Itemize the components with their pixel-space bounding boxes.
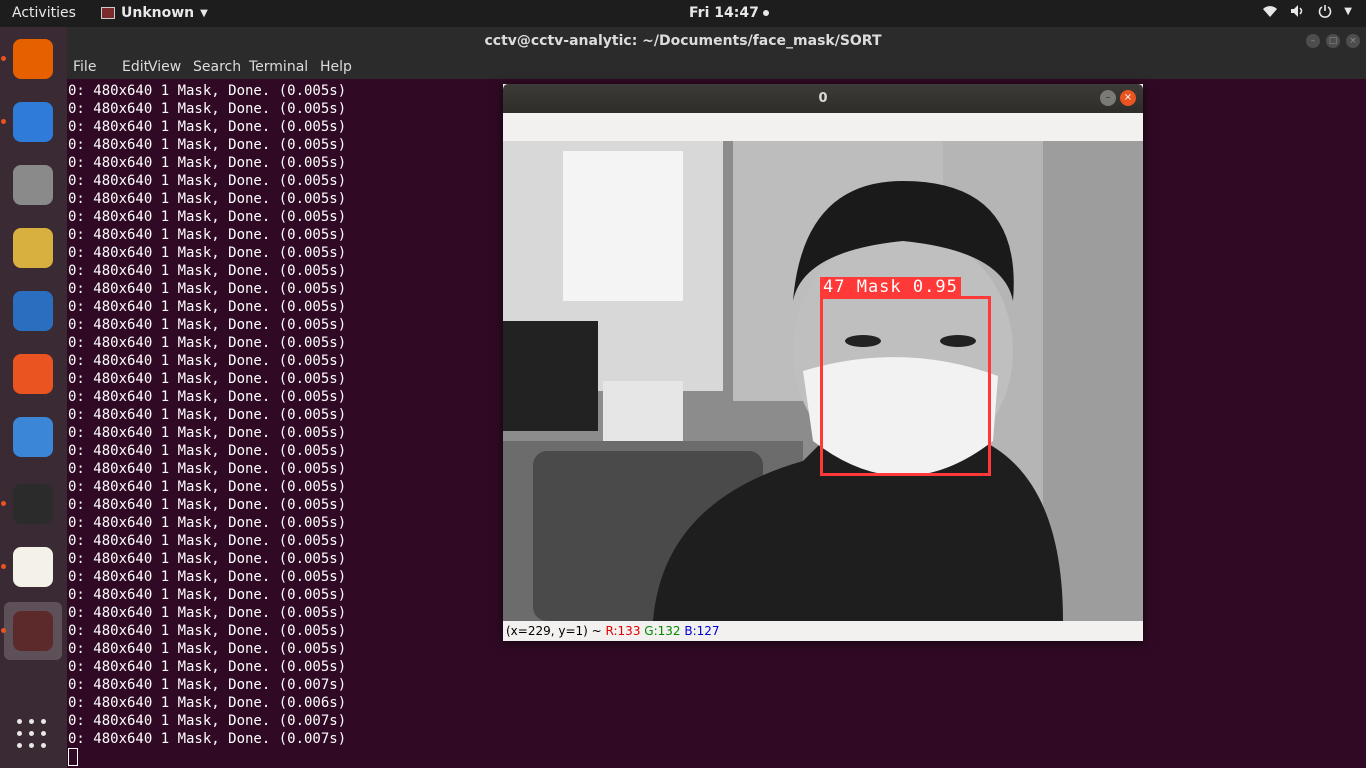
- camera-frame[interactable]: 47 Mask 0.95: [503, 141, 1143, 621]
- app-grid-dot: [17, 731, 22, 736]
- text-editor-icon: [13, 547, 53, 587]
- network-icon: [1263, 6, 1278, 17]
- clock-label: Fri 14:47: [689, 5, 759, 21]
- menu-help[interactable]: Help: [320, 59, 352, 75]
- viewer-titlebar[interactable]: 0 – ×: [503, 84, 1143, 113]
- app-grid-dot: [17, 743, 22, 748]
- dock-item-libreoffice-writer[interactable]: [4, 282, 62, 340]
- viewer-toolbar: [503, 113, 1143, 141]
- terminal-title: cctv@cctv-analytic: ~/Documents/face_mas…: [484, 33, 882, 49]
- dock-item-software[interactable]: [4, 345, 62, 403]
- terminal-line: 0: 480x640 1 Mask, Done. (0.007s): [68, 713, 347, 729]
- terminal-line: 0: 480x640 1 Mask, Done. (0.006s): [68, 695, 347, 711]
- pixel-red-value: R:133: [605, 624, 641, 638]
- top-bar: Activities Unknown ▼ Fri 14:47 ▼: [0, 0, 1366, 27]
- menu-file[interactable]: File: [73, 59, 96, 75]
- detection-label: 47 Mask 0.95: [820, 277, 961, 298]
- dock-item-firefox[interactable]: [1, 30, 62, 88]
- firefox-icon: [13, 39, 53, 79]
- app-menu-label: Unknown: [121, 5, 195, 21]
- dock-item-files[interactable]: [4, 156, 62, 214]
- menu-view[interactable]: View: [148, 59, 181, 75]
- unknown-app-icon: [13, 611, 53, 651]
- chevron-down-icon: ▼: [1344, 5, 1352, 17]
- dock: [0, 27, 67, 768]
- terminal-line: 0: 480x640 1 Mask, Done. (0.007s): [68, 677, 347, 693]
- minimize-button[interactable]: –: [1306, 34, 1320, 48]
- app-grid-icon[interactable]: [17, 719, 49, 751]
- app-grid-dot: [41, 743, 46, 748]
- terminal-line: 0: 480x640 1 Mask, Done. (0.005s): [68, 659, 347, 675]
- pixel-coords: (x=229, y=1) ~: [506, 624, 606, 638]
- pixel-green-value: G:132: [644, 624, 681, 638]
- running-indicator: [1, 564, 6, 569]
- dock-item-terminal[interactable]: [1, 475, 62, 533]
- maximize-button[interactable]: □: [1326, 34, 1340, 48]
- writer-icon: [13, 291, 53, 331]
- viewer-close-button[interactable]: ×: [1120, 90, 1136, 106]
- chevron-down-icon: ▼: [200, 7, 208, 19]
- running-indicator: [1, 628, 6, 633]
- app-grid-dot: [41, 719, 46, 724]
- clock[interactable]: Fri 14:47: [689, 5, 769, 21]
- dock-item-thunderbird[interactable]: [1, 93, 62, 151]
- volume-icon: [1291, 5, 1303, 17]
- dock-item-unknown-app[interactable]: [1, 602, 62, 660]
- menu-terminal[interactable]: Terminal: [249, 59, 308, 75]
- close-button[interactable]: ×: [1346, 34, 1360, 48]
- detection-bounding-box: [820, 296, 991, 476]
- terminal-menubar: File Edit View Search Terminal Help: [67, 55, 1366, 79]
- terminal-line: 0: 480x640 1 Mask, Done. (0.005s): [68, 641, 347, 657]
- speaker-icon: [13, 228, 53, 268]
- software-store-icon: [13, 354, 53, 394]
- viewer-status-bar: (x=229, y=1) ~ R:133 G:132 B:127: [503, 621, 1143, 641]
- dock-item-help[interactable]: [4, 408, 62, 466]
- viewer-minimize-button[interactable]: –: [1100, 90, 1116, 106]
- menu-search[interactable]: Search: [193, 59, 241, 75]
- terminal-cursor: [68, 748, 78, 766]
- power-icon: [1319, 5, 1332, 18]
- dock-item-rhythmbox[interactable]: [4, 219, 62, 277]
- thunderbird-icon: [13, 102, 53, 142]
- help-icon: [13, 417, 53, 457]
- running-indicator: [1, 119, 6, 124]
- running-indicator: [1, 56, 6, 61]
- menu-edit[interactable]: Edit: [122, 59, 149, 75]
- image-viewer-window[interactable]: 0 – × 47 Mask 0.95 (x=229, y=1) ~ R:133 …: [503, 84, 1143, 641]
- app-grid-dot: [29, 719, 34, 724]
- app-grid-dot: [41, 731, 46, 736]
- running-indicator: [1, 501, 6, 506]
- files-icon: [13, 165, 53, 205]
- app-menu-icon: [101, 7, 115, 19]
- viewer-title: 0: [818, 91, 828, 106]
- system-tray[interactable]: ▼: [1262, 4, 1352, 18]
- pixel-blue-value: B:127: [684, 624, 720, 638]
- app-menu[interactable]: Unknown ▼: [101, 5, 208, 21]
- terminal-line: 0: 480x640 1 Mask, Done. (0.007s): [68, 731, 347, 747]
- terminal-titlebar[interactable]: cctv@cctv-analytic: ~/Documents/face_mas…: [0, 27, 1366, 55]
- activities-button[interactable]: Activities: [12, 5, 76, 21]
- terminal-icon: [13, 484, 53, 524]
- app-grid-dot: [29, 731, 34, 736]
- app-grid-dot: [29, 743, 34, 748]
- dock-item-text-editor[interactable]: [1, 538, 62, 596]
- app-grid-dot: [17, 719, 22, 724]
- notification-dot: [762, 10, 769, 16]
